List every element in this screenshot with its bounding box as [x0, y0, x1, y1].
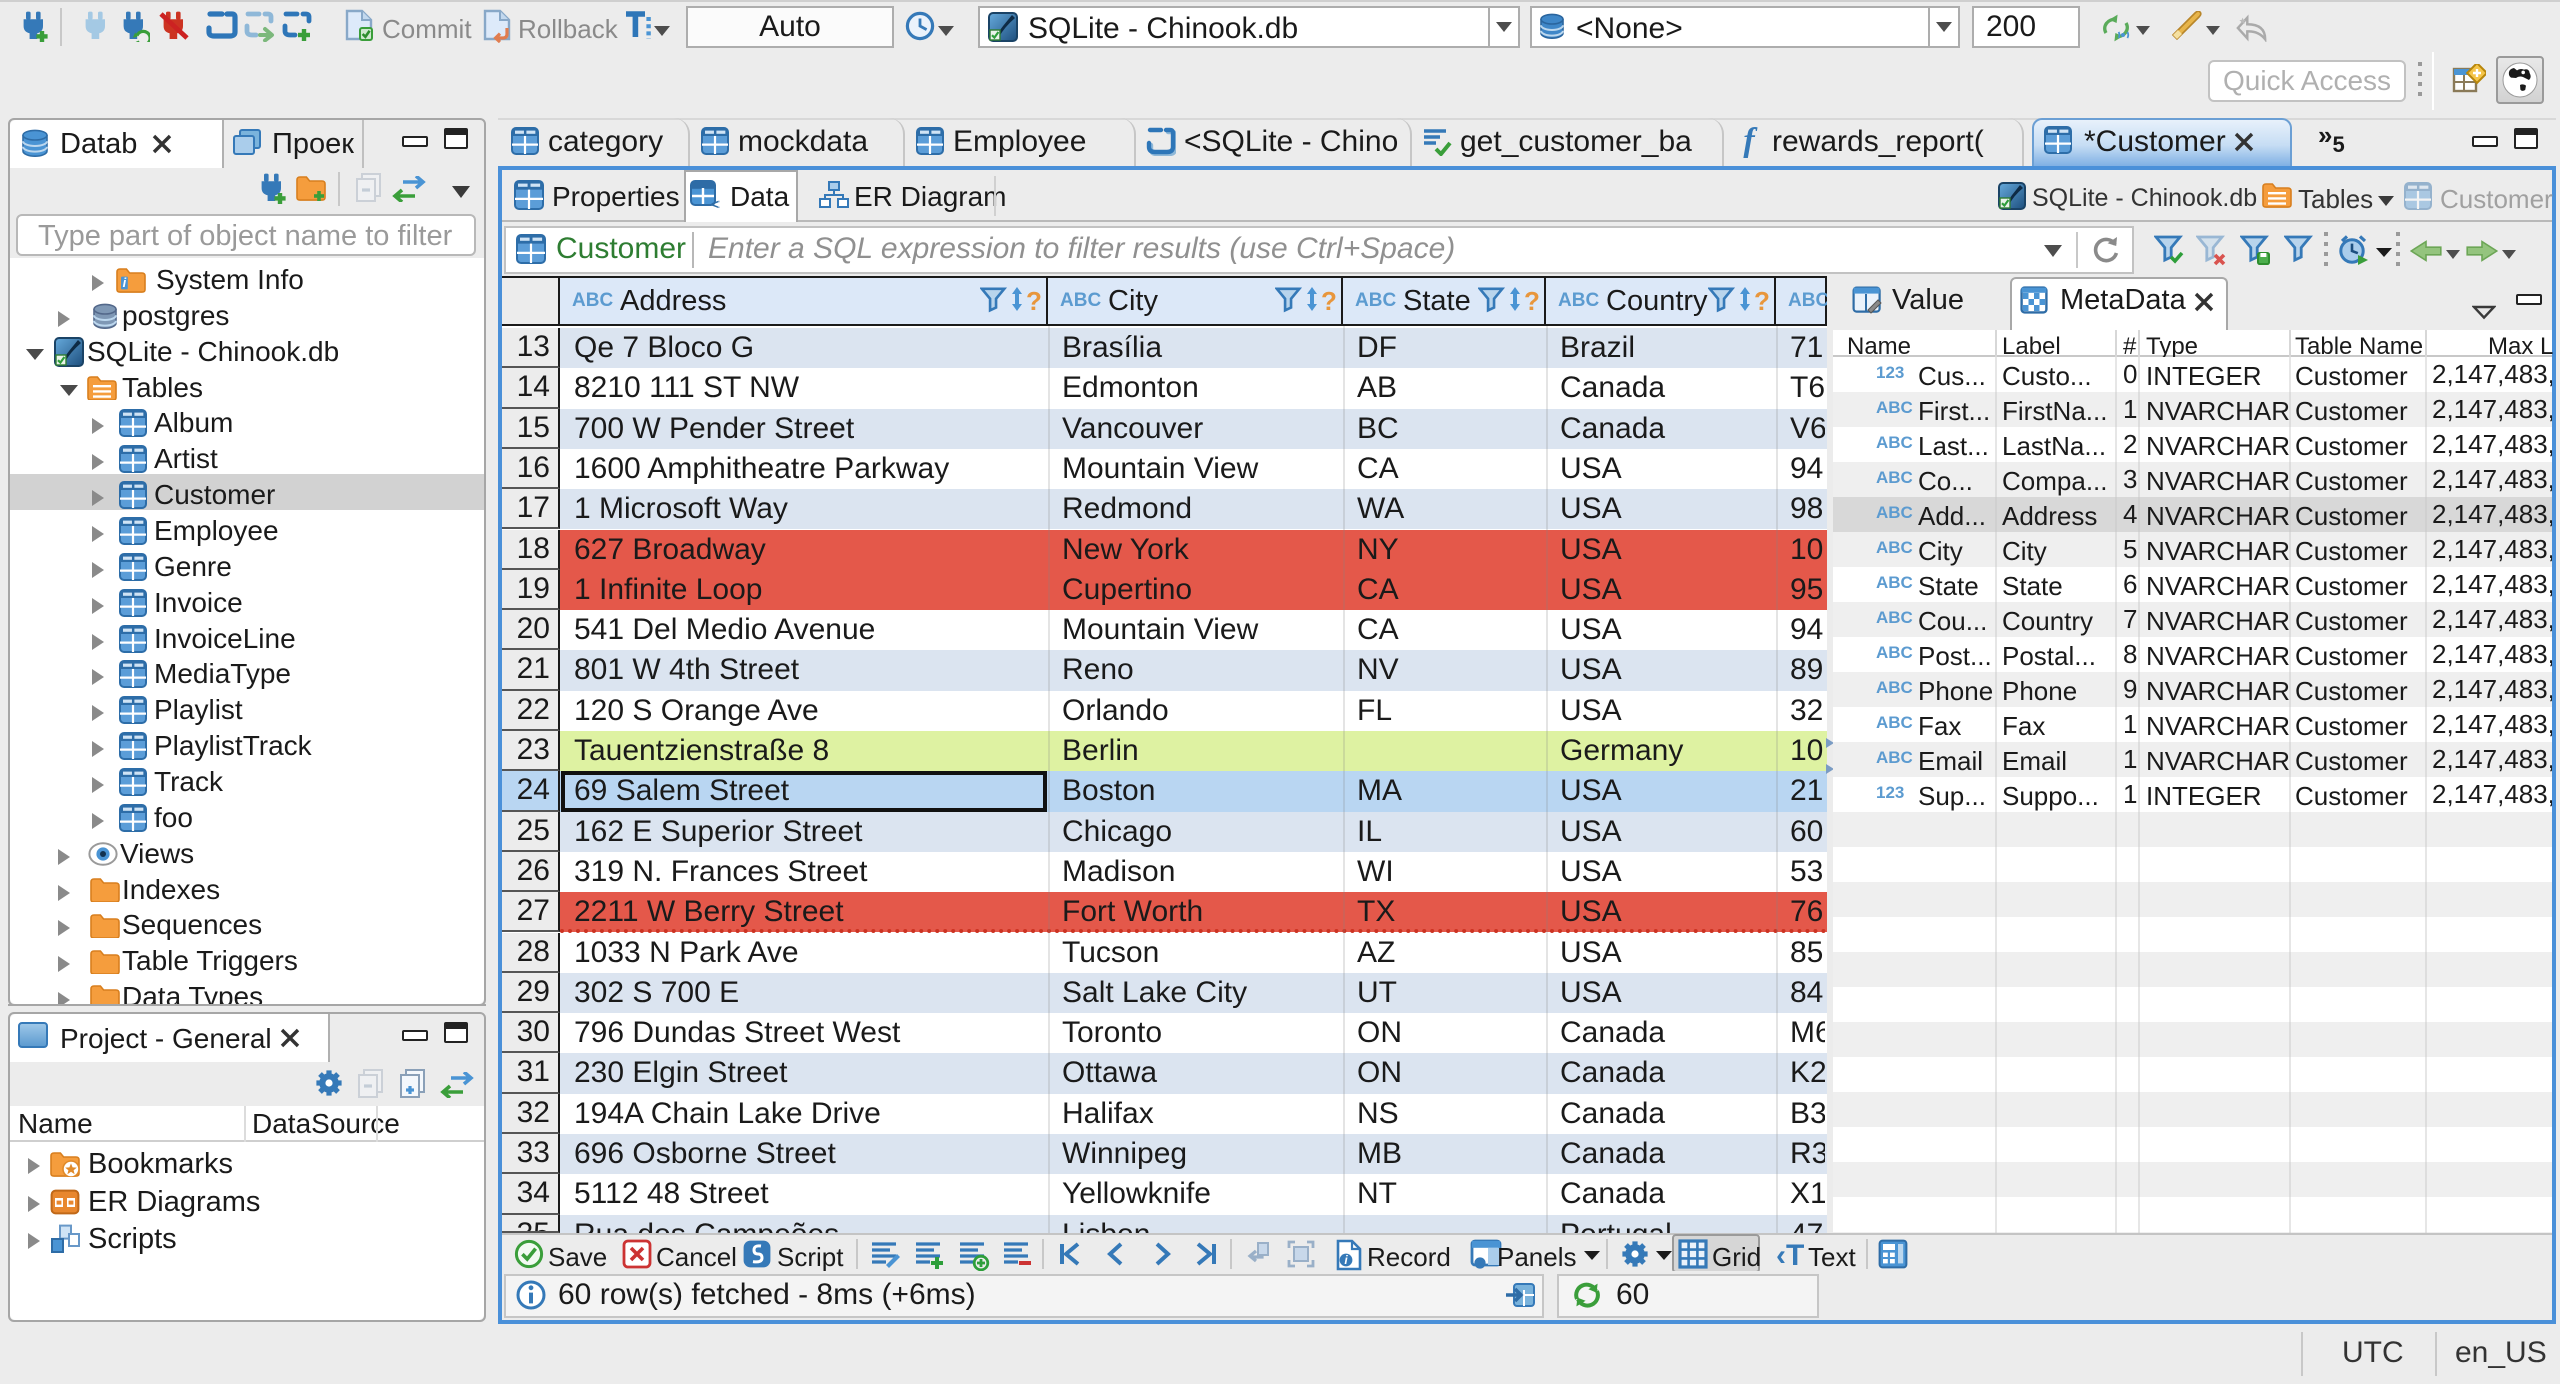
svg-text:i: i [123, 275, 127, 290]
svg-text:<>: <> [711, 196, 720, 210]
